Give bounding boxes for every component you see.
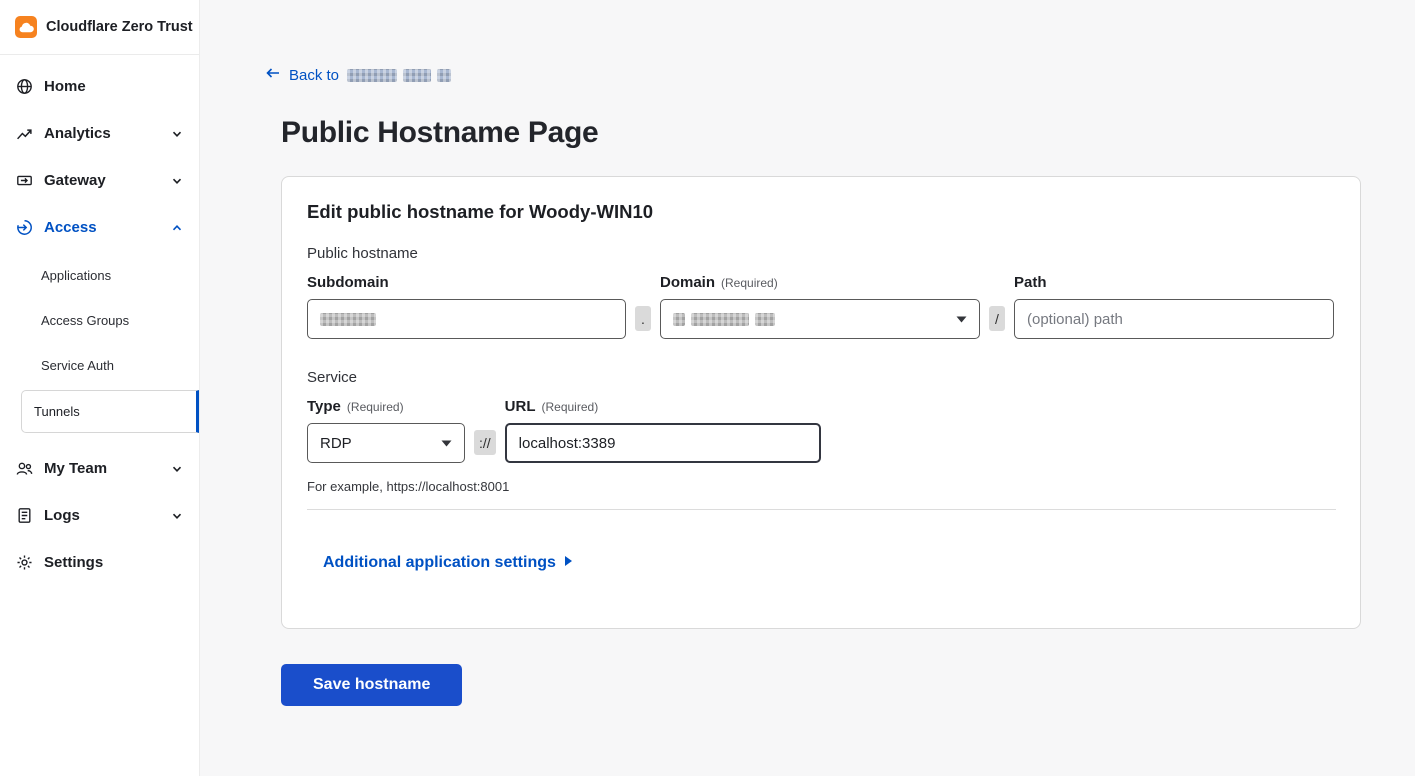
sidebar-item-gateway[interactable]: Gateway	[0, 157, 199, 204]
sidebar-item-label: My Team	[44, 460, 107, 477]
type-select[interactable]: RDP	[307, 423, 465, 463]
edit-hostname-card: Edit public hostname for Woody-WIN10 Pub…	[281, 176, 1361, 629]
sidebar-item-label: Access Groups	[41, 313, 129, 328]
additional-settings-link[interactable]: Additional application settings	[323, 554, 573, 572]
page-title: Public Hostname Page	[281, 116, 1415, 150]
chevron-down-icon	[956, 316, 967, 323]
sidebar-item-settings[interactable]: Settings	[0, 539, 199, 586]
brand: Cloudflare Zero Trust	[0, 0, 199, 55]
url-input[interactable]	[505, 423, 821, 463]
path-field: Path	[1014, 274, 1334, 339]
access-icon	[16, 219, 33, 236]
redacted-destination	[347, 69, 451, 82]
slash-separator: /	[989, 306, 1005, 331]
gear-icon	[16, 554, 33, 571]
dot-separator: .	[635, 306, 651, 331]
sidebar-item-service-auth[interactable]: Service Auth	[0, 343, 199, 388]
type-field: Type (Required) RDP	[307, 398, 465, 463]
triangle-right-icon	[564, 554, 573, 572]
chevron-up-icon	[171, 222, 183, 234]
sidebar-item-label: Analytics	[44, 125, 111, 142]
domain-field: Domain (Required)	[660, 274, 980, 339]
scheme-separator: ://	[474, 430, 496, 455]
sidebar-item-label: Tunnels	[34, 404, 80, 419]
globe-icon	[16, 78, 33, 95]
save-hostname-button[interactable]: Save hostname	[281, 664, 462, 706]
sidebar-item-tunnels[interactable]: Tunnels	[21, 390, 199, 433]
cloudflare-logo-icon	[15, 16, 37, 38]
sidebar-nav: Home Analytics Gateway	[0, 55, 199, 586]
public-hostname-section-label: Public hostname	[307, 245, 1336, 262]
redacted-subdomain-value	[320, 313, 376, 326]
hostname-row: Subdomain . Domain (Required)	[307, 274, 1336, 339]
path-label: Path	[1014, 274, 1334, 291]
logs-icon	[16, 507, 33, 524]
chevron-down-icon	[171, 463, 183, 475]
access-subnav: Applications Access Groups Service Auth …	[0, 251, 199, 445]
chevron-down-icon	[441, 440, 452, 447]
sidebar: Cloudflare Zero Trust Home Analytics	[0, 0, 200, 776]
url-label: URL (Required)	[505, 398, 821, 415]
sidebar-item-applications[interactable]: Applications	[0, 253, 199, 298]
sidebar-item-my-team[interactable]: My Team	[0, 445, 199, 492]
chevron-down-icon	[171, 128, 183, 140]
required-tag: (Required)	[542, 400, 599, 414]
example-helper-text: For example, https://localhost:8001	[307, 479, 1336, 494]
sidebar-item-label: Home	[44, 78, 86, 95]
subdomain-label: Subdomain	[307, 274, 626, 291]
sidebar-item-access[interactable]: Access	[0, 204, 199, 251]
back-arrow-icon	[265, 65, 281, 85]
service-section-label: Service	[307, 369, 1336, 386]
redacted-domain-value	[673, 313, 775, 326]
service-row: Type (Required) RDP :// URL (Required)	[307, 398, 1336, 463]
path-input[interactable]	[1014, 299, 1334, 339]
chevron-down-icon	[171, 175, 183, 187]
analytics-icon	[16, 125, 33, 142]
sidebar-item-label: Access	[44, 219, 97, 236]
app-root: Cloudflare Zero Trust Home Analytics	[0, 0, 1415, 776]
main-content: Back to Public Hostname Page Edit public…	[200, 0, 1415, 776]
gateway-icon	[16, 172, 33, 189]
back-link[interactable]: Back to	[265, 65, 451, 85]
url-field: URL (Required)	[505, 398, 821, 463]
my-team-icon	[16, 460, 33, 477]
type-label: Type (Required)	[307, 398, 465, 415]
chevron-down-icon	[171, 510, 183, 522]
sidebar-item-label: Logs	[44, 507, 80, 524]
divider	[307, 509, 1336, 510]
sidebar-item-home[interactable]: Home	[0, 63, 199, 110]
back-link-label: Back to	[289, 67, 339, 84]
sidebar-item-label: Service Auth	[41, 358, 114, 373]
subdomain-field: Subdomain	[307, 274, 626, 339]
subdomain-input[interactable]	[307, 299, 626, 339]
sidebar-item-label: Settings	[44, 554, 103, 571]
sidebar-item-label: Gateway	[44, 172, 106, 189]
type-select-value: RDP	[320, 435, 352, 452]
domain-select[interactable]	[660, 299, 980, 339]
additional-settings-label: Additional application settings	[323, 554, 556, 572]
brand-name: Cloudflare Zero Trust	[46, 19, 193, 35]
sidebar-item-access-groups[interactable]: Access Groups	[0, 298, 199, 343]
required-tag: (Required)	[347, 400, 404, 414]
sidebar-item-logs[interactable]: Logs	[0, 492, 199, 539]
sidebar-item-analytics[interactable]: Analytics	[0, 110, 199, 157]
required-tag: (Required)	[721, 276, 778, 290]
sidebar-item-label: Applications	[41, 268, 111, 283]
domain-label: Domain (Required)	[660, 274, 980, 291]
card-title: Edit public hostname for Woody-WIN10	[307, 201, 1336, 223]
